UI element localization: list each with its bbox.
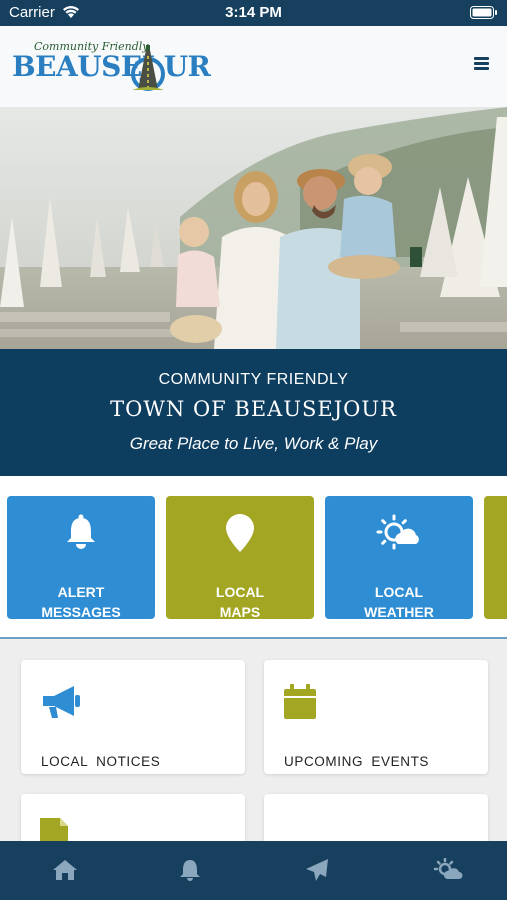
banner-kicker: COMMUNITY FRIENDLY: [158, 371, 349, 388]
banner-tagline: Great Place to Live, Work & Play: [129, 434, 378, 453]
upcoming-events-card[interactable]: UPCOMING EVENTS: [264, 660, 488, 774]
logo-road-graphic: [131, 45, 165, 91]
next-tile-partial[interactable]: [484, 496, 507, 619]
clock-time: 3:14 PM: [225, 4, 282, 21]
documents-card[interactable]: [21, 794, 245, 841]
hamburger-menu-icon[interactable]: [474, 57, 489, 71]
local-weather-label: LOCAL WEATHER: [364, 584, 434, 620]
home-icon: [53, 860, 77, 880]
bottom-tab-bar: [0, 841, 507, 900]
megaphone-icon: [43, 686, 80, 718]
document-icon: [40, 818, 68, 841]
quick-actions-carousel[interactable]: ALERT MESSAGES LOCAL MAPS LOCAL WEATHER: [0, 476, 507, 639]
list-icon: [283, 818, 323, 841]
beach-family-illustration: [0, 107, 507, 349]
list-card[interactable]: [264, 794, 488, 841]
calendar-icon: [284, 684, 316, 719]
welcome-banner: COMMUNITY FRIENDLY TOWN OF BEAUSEJOUR Gr…: [0, 349, 507, 476]
app-header: Community Friendly BEAUSEJ UR: [0, 26, 507, 107]
local-maps-label: LOCAL MAPS: [215, 584, 265, 620]
upcoming-events-label: UPCOMING EVENTS: [284, 754, 430, 769]
battery-icon: [470, 6, 497, 19]
weather-icon: [325, 514, 473, 557]
alert-messages-tile[interactable]: ALERT MESSAGES: [7, 496, 155, 620]
map-pin-icon: [166, 514, 314, 557]
local-maps-tile[interactable]: LOCAL MAPS: [166, 496, 314, 620]
alert-messages-label: ALERT MESSAGES: [41, 584, 121, 620]
bell-icon: [180, 860, 200, 881]
local-weather-tile[interactable]: LOCAL WEATHER: [325, 496, 473, 620]
tab-weather[interactable]: [415, 841, 475, 900]
bell-icon: [7, 514, 155, 555]
tab-send[interactable]: [286, 841, 346, 900]
local-notices-card[interactable]: LOCAL NOTICES: [21, 660, 245, 774]
status-bar: Carrier 3:14 PM: [0, 0, 507, 26]
weather-icon: [433, 858, 463, 879]
feature-cards-grid: LOCAL NOTICES UPCOMING EVENTS: [0, 641, 507, 841]
hero-photo: [0, 107, 507, 349]
banner-title: TOWN OF BEAUSEJOUR: [110, 397, 397, 421]
local-notices-label: LOCAL NOTICES: [41, 754, 161, 769]
tab-home[interactable]: [34, 841, 94, 900]
logo-wordmark: BEAUSEJ UR: [12, 50, 211, 83]
town-logo[interactable]: Community Friendly BEAUSEJ UR: [12, 40, 217, 96]
send-icon: [306, 859, 328, 881]
tab-alerts[interactable]: [160, 841, 220, 900]
